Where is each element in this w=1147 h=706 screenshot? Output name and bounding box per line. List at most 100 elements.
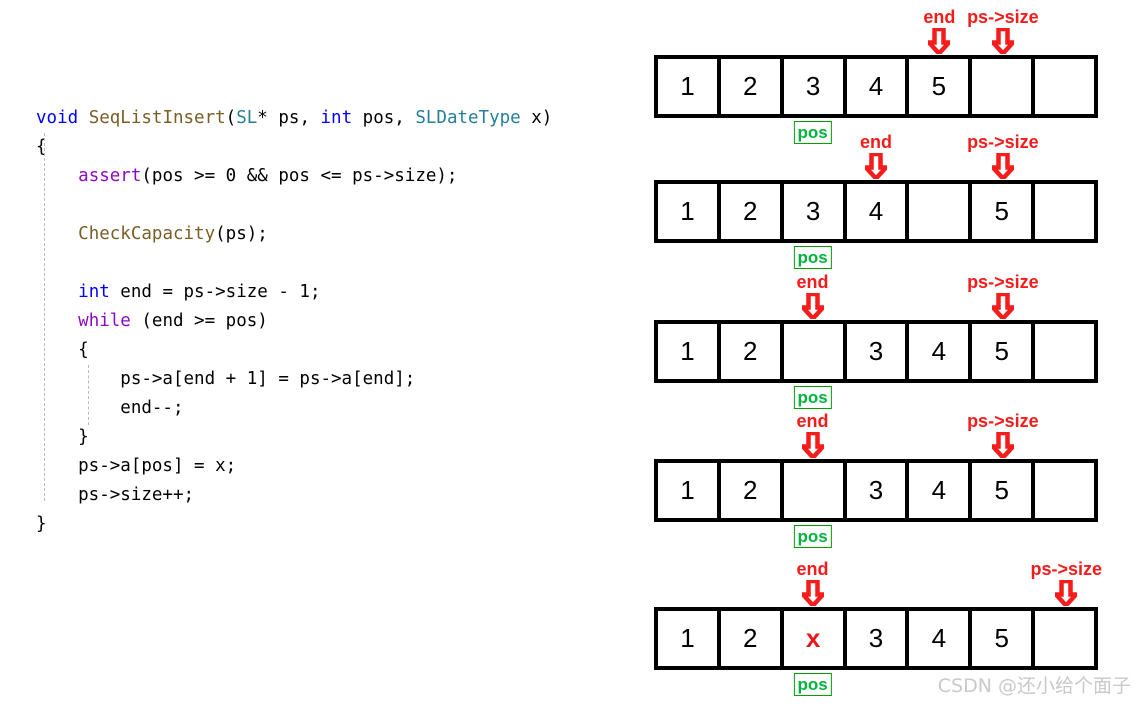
array-cell: 2 [721,59,784,114]
down-arrow-icon [991,293,1014,319]
pointer-marker-end: end [758,272,868,319]
code-line: int end = ps->size - 1; [36,278,636,307]
code-line: end--; [36,394,636,423]
pos-marker-label: pos [793,525,832,548]
code-token: end = ps->size - [109,282,300,302]
array-cell: 5 [972,463,1036,518]
array-cell: x [784,611,847,666]
code-token: ps->size++; [36,485,195,505]
pointer-marker-label: end [796,559,829,579]
array-cell [784,324,847,379]
code-token: int [78,282,110,302]
pointer-marker-end: end [821,132,931,179]
pointer-marker-label: end [859,132,892,152]
code-token: 0 [225,166,237,186]
code-line: CheckCapacity(ps); [36,220,636,249]
pos-marker-label: pos [793,386,832,409]
code-token: end--; [36,398,184,418]
array-cell: 4 [847,59,910,114]
pointer-marker-ps-size: ps->size [948,272,1058,319]
array-cell [1035,324,1094,379]
code-line: ps->size++; [36,481,636,510]
array-cells: 12345 [654,55,1098,118]
pointer-marker-label: end [796,272,829,292]
array-row: 1 2 3 4 5 end ps->size pos [654,272,1098,409]
code-token: 1 [299,282,310,302]
code-line: } [36,423,636,452]
code-line: void SeqListInsert(SL* ps, int pos, SLDa… [36,104,636,133]
code-line: while (end >= pos) [36,307,636,336]
code-line: { [36,133,636,162]
code-line: ps->a[end + 1] = ps->a[end]; [36,365,636,394]
pointer-marker-ps-size: ps->size [948,7,1058,54]
pointer-marker-ps-size: ps->size [1011,559,1121,606]
pointer-marker-end: end [758,411,868,458]
code-token: 1 [246,369,258,389]
code-token: assert [78,166,142,186]
array-cell [972,59,1036,114]
array-cell: 1 [658,463,721,518]
code-token: SeqListInsert [88,108,226,128]
pointer-marker-end: end [758,559,868,606]
array-cells: 12345 [654,180,1098,243]
pointer-marker-label: ps->size [967,272,1039,292]
array-cell: 4 [909,611,973,666]
array-row: 1 2 3 4 5 end ps->size pos [654,411,1098,548]
code-token: int [320,108,353,128]
code-token: * ps, [257,108,321,128]
array-cell: 3 [784,184,847,239]
pointer-marker-label: ps->size [967,132,1039,152]
code-token: ; [309,282,321,302]
array-cell: 2 [721,184,784,239]
down-arrow-icon [991,432,1014,458]
array-diagram: 1 2 3 4 5 end ps->size pos 1 2 3 4 5 end ps->size pos 1 2… [654,0,1102,706]
code-token: ( [225,108,237,128]
array-cell: 1 [658,184,721,239]
code-fold-guide-inner [88,365,89,425]
array-cell: 5 [972,611,1036,666]
down-arrow-icon [801,432,824,458]
array-cell [784,463,847,518]
code-line: } [36,510,636,539]
array-cell: 5 [972,184,1036,239]
code-token: void [36,108,79,128]
code-block: void SeqListInsert(SL* ps, int pos, SLDa… [36,104,636,539]
code-line: ps->a[pos] = x; [36,452,636,481]
array-cell: 3 [847,463,910,518]
array-cell: 3 [847,324,910,379]
array-cell [909,184,973,239]
code-token: ps->a[pos] = x; [36,456,237,476]
code-token: while [78,311,131,331]
code-token: (ps); [215,224,268,244]
code-token: SL [236,108,258,128]
array-row: 1 2 3 4 5 end ps->size pos [654,132,1098,269]
array-cell [1035,611,1094,666]
array-row: 1 2 x 3 4 5 end ps->size pos [654,559,1102,696]
array-cell: 5 [972,324,1036,379]
code-token: x) [520,108,553,128]
code-line: assert(pos >= 0 && pos <= ps->size); [36,162,636,191]
down-arrow-icon [991,153,1014,179]
code-token: SLDateType [415,108,521,128]
down-arrow-icon [801,580,824,606]
code-token: && pos <= ps->size); [236,166,458,186]
array-cell [1035,184,1094,239]
down-arrow-icon [991,28,1014,54]
array-cell [1035,59,1094,114]
array-row: 1 2 3 4 5 end ps->size pos [654,7,1098,144]
down-arrow-icon [865,153,887,179]
code-token: (end >= pos) [130,311,268,331]
pointer-marker-label: ps->size [967,411,1039,431]
array-cell: 1 [658,59,721,114]
pos-marker-label: pos [793,673,832,696]
array-cell: 2 [721,611,784,666]
array-cell: 2 [721,463,784,518]
code-line: { [36,336,636,365]
pos-marker-label: pos [793,246,832,269]
code-token: (pos >= [141,166,226,186]
code-token: ps->a[end + [36,369,247,389]
